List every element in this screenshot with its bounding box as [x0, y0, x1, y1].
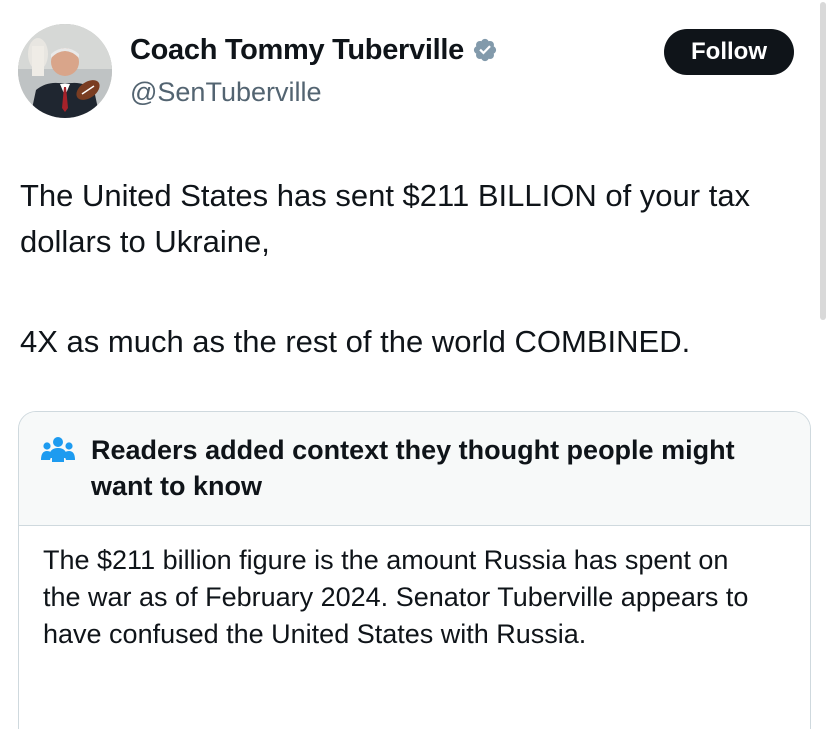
verified-badge-icon[interactable]: [472, 37, 498, 63]
tweet-paragraph: 4X as much as the rest of the world COMB…: [20, 324, 691, 359]
tweet-text: The United States has sent $211 BILLION …: [20, 173, 810, 365]
author-display-name[interactable]: Coach Tommy Tuberville: [130, 30, 464, 70]
scrollbar[interactable]: [820, 2, 826, 320]
author-avatar[interactable]: [18, 24, 112, 118]
follow-button[interactable]: Follow: [664, 29, 794, 75]
community-note-title: Readers added context they thought peopl…: [91, 435, 735, 501]
community-note[interactable]: Readers added context they thought peopl…: [18, 411, 811, 729]
community-note-header: Readers added context they thought peopl…: [19, 412, 810, 526]
author-handle[interactable]: @SenTuberville: [130, 74, 322, 110]
community-note-body: The $211 billion figure is the amount Ru…: [43, 545, 749, 649]
avatar-photo: [18, 24, 112, 118]
tweet-paragraph: The United States has sent $211 BILLION …: [20, 178, 751, 259]
author-name-row: Coach Tommy Tuberville: [130, 30, 498, 70]
people-icon: [41, 436, 75, 464]
